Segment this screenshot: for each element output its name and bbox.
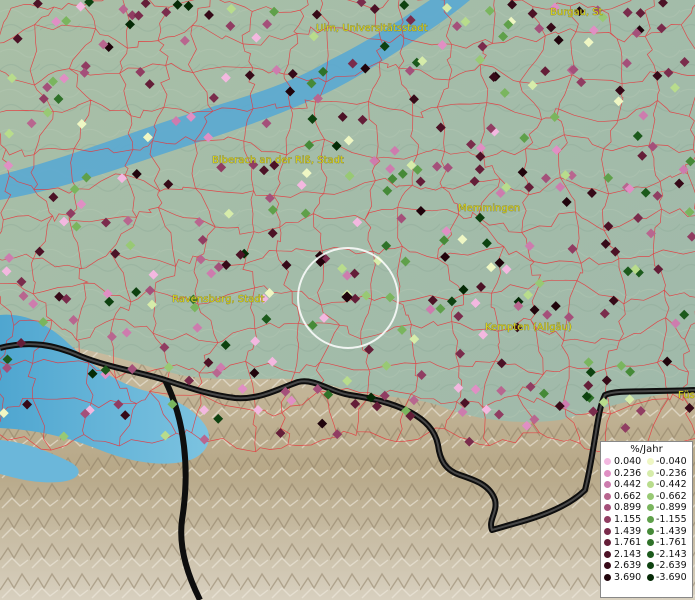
legend-value-positive: 3.690 [614, 571, 642, 583]
legend-row: 1.155 -1.155 [601, 514, 692, 526]
legend-value-positive: 0.899 [614, 502, 642, 514]
legend-value-negative: -0.040 [656, 456, 687, 467]
legend-value-negative: -0.662 [656, 490, 687, 502]
legend-value-negative: -2.639 [656, 560, 687, 572]
city-label-burgau: Burgau, St [550, 7, 603, 18]
legend-swatch-negative [647, 550, 654, 558]
legend-value-positive: 0.236 [614, 467, 642, 479]
legend-row: 1.439 -1.439 [601, 526, 692, 538]
city-label-kempten: Kempten (Allgäu) [485, 322, 572, 333]
legend-swatch-positive [604, 573, 611, 581]
legend-value-negative: -1.439 [656, 525, 687, 537]
legend-swatch-negative [647, 539, 654, 547]
legend-swatch-positive [604, 492, 611, 500]
legend-value-negative: -3.690 [656, 571, 687, 583]
legend-row: 2.143 -2.143 [601, 549, 692, 561]
legend-swatch-negative [647, 504, 654, 512]
legend-swatch-positive [604, 504, 611, 512]
legend-swatch-negative [647, 481, 654, 489]
legend-value-positive: 0.040 [614, 456, 642, 467]
legend-row: 0.040 -0.040 [601, 456, 692, 468]
legend-swatch-positive [604, 550, 611, 558]
legend-swatch-negative [647, 527, 654, 535]
legend-swatch-positive [604, 469, 611, 477]
map-canvas[interactable]: Ulm, Universitätsstadt Burgau, St Bibera… [0, 0, 695, 600]
legend-swatch-positive [604, 515, 611, 523]
legend-swatch-positive [604, 458, 611, 465]
legend-row: 0.236 -0.236 [601, 468, 692, 480]
legend-value-negative: -2.143 [656, 548, 687, 560]
legend-value-negative: -1.761 [656, 537, 687, 549]
legend-row: 0.442 -0.442 [601, 479, 692, 491]
city-label-ulm: Ulm, Universitätsstadt [316, 23, 428, 34]
legend-row: 2.639 -2.639 [601, 560, 692, 572]
legend-swatch-positive [604, 527, 611, 535]
legend-value-positive: 1.439 [614, 525, 642, 537]
legend-value-positive: 1.761 [614, 537, 642, 549]
legend-swatch-negative [647, 458, 654, 465]
legend-row: 0.899 -0.899 [601, 502, 692, 514]
legend-value-positive: 0.442 [614, 479, 642, 491]
legend-value-positive: 2.143 [614, 548, 642, 560]
legend-value-negative: -0.899 [656, 502, 687, 514]
legend-value-positive: 2.639 [614, 560, 642, 572]
legend-value-negative: -1.155 [656, 513, 687, 525]
legend-row: 1.761 -1.761 [601, 537, 692, 549]
legend-swatch-negative [647, 562, 654, 570]
city-label-biberach: Biberach an der Riß, Stadt [212, 155, 344, 166]
legend-rows: 0.040 -0.040 0.236 -0.236 0.442 -0.442 0.662 -0… [601, 456, 692, 584]
legend-swatch-negative [647, 573, 654, 581]
legend-swatch-positive [604, 562, 611, 570]
city-label-ravensburg: Ravensburg, Stadt [172, 294, 265, 305]
legend-swatch-negative [647, 492, 654, 500]
legend-swatch-positive [604, 481, 611, 489]
legend-row: 3.690 -3.690 [601, 572, 692, 584]
legend-value-negative: -0.442 [656, 479, 687, 491]
legend-value-negative: -0.236 [656, 467, 687, 479]
city-label-fuessen: Füs [678, 390, 695, 401]
legend-swatch-negative [647, 469, 654, 477]
city-label-memmingen: Memmingen [458, 203, 520, 214]
legend-value-positive: 0.662 [614, 490, 642, 502]
map-legend: %/Jahr 0.040 -0.040 0.236 -0.236 0.442 -0.442… [600, 441, 693, 598]
legend-swatch-positive [604, 539, 611, 547]
legend-row: 0.662 -0.662 [601, 491, 692, 503]
legend-title: %/Jahr [630, 444, 663, 455]
legend-swatch-negative [647, 515, 654, 523]
legend-value-positive: 1.155 [614, 513, 642, 525]
